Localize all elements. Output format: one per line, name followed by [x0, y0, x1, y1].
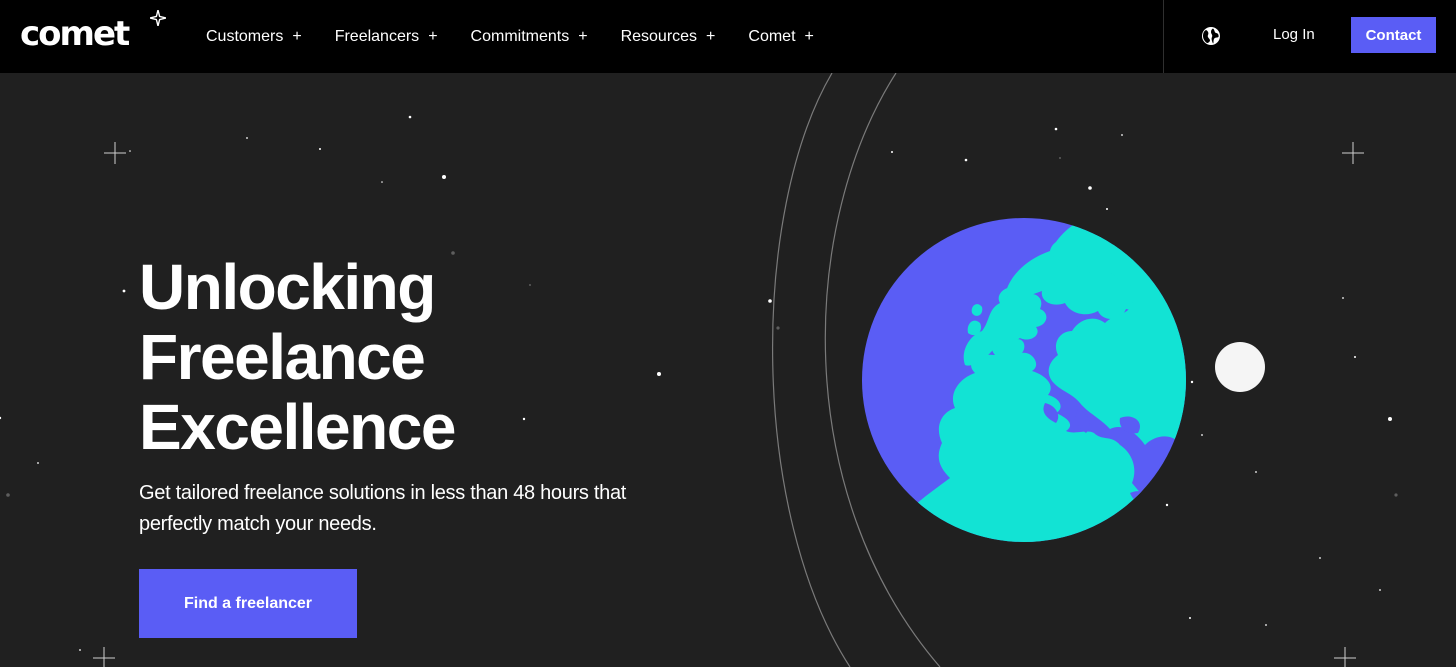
hero-title-line: Excellence	[139, 391, 456, 463]
nav-item-label: Freelancers	[334, 27, 420, 45]
contact-button[interactable]: Contact	[1351, 17, 1436, 53]
nav-item-freelancers[interactable]: Freelancers +	[335, 28, 438, 46]
main-nav: Customers + Freelancers + Commitments + …	[206, 0, 847, 73]
nav-item-customers[interactable]: Customers +	[206, 28, 302, 46]
comet-logo[interactable]: comet	[20, 10, 170, 54]
globe-icon[interactable]	[1201, 26, 1221, 46]
hero-title-line: Freelance	[139, 321, 426, 393]
nav-item-label: Comet	[748, 27, 796, 45]
plus-icon: +	[706, 27, 716, 45]
nav-item-commitments[interactable]: Commitments +	[471, 28, 588, 46]
earth-illustration	[772, 73, 1265, 667]
nav-item-label: Resources	[620, 27, 698, 45]
plus-icon: +	[428, 27, 438, 45]
nav-item-label: Customers	[206, 27, 284, 45]
nav-item-resources[interactable]: Resources +	[621, 28, 716, 46]
plus-icon: +	[578, 27, 588, 45]
plus-icon: +	[804, 27, 814, 45]
moon	[1215, 342, 1265, 392]
top-nav-bar: comet Customers + Freelancers + Commitme…	[0, 0, 1456, 73]
nav-item-comet[interactable]: Comet +	[748, 28, 813, 46]
hero-subtitle: Get tailored freelance solutions in less…	[139, 482, 627, 535]
plus-icon: +	[292, 27, 302, 45]
hero-title-line: Unlocking	[139, 251, 436, 323]
logo-wordmark: comet	[20, 14, 130, 54]
find-freelancer-button[interactable]: Find a freelancer	[139, 569, 357, 638]
nav-divider	[1163, 0, 1164, 73]
login-link[interactable]: Log In	[1273, 26, 1315, 43]
nav-item-label: Commitments	[470, 27, 570, 45]
sparkle-icon	[150, 10, 166, 26]
hero-title: Unlocking Freelance Excellence	[139, 251, 456, 463]
